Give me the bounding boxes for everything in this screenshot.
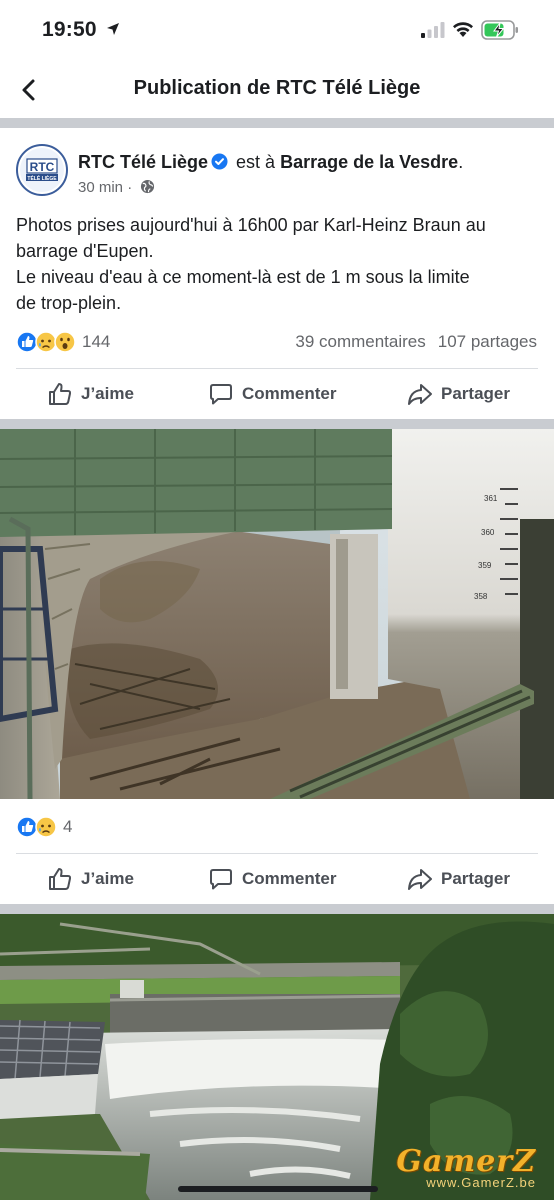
comment-button[interactable]: Commenter	[208, 854, 336, 904]
post-photo-spillway[interactable]: GamerZ www.GamerZ.be	[0, 914, 554, 1200]
comment-bubble-icon	[210, 384, 232, 405]
page-title: Publication de RTC Télé Liège	[133, 77, 421, 99]
post-meta: 30 min ·	[78, 179, 155, 196]
cellular-signal-icon	[421, 22, 445, 38]
reservoir-photo-image: 361 360 359 358	[0, 429, 554, 799]
sad-reaction-icon	[35, 331, 57, 353]
thumbs-up-icon	[49, 868, 72, 890]
comment-bubble-icon	[210, 869, 232, 890]
svg-text:359: 359	[478, 561, 492, 570]
verified-badge-icon	[211, 153, 228, 170]
svg-text:361: 361	[484, 494, 498, 503]
watermark: GamerZ www.GamerZ.be	[396, 1144, 536, 1190]
reactions-count: 4	[63, 817, 73, 836]
status-time: 19:50	[42, 18, 97, 41]
location-suffix: .	[458, 152, 464, 172]
location-prefix: est à	[236, 152, 276, 172]
share-button[interactable]: Partager	[407, 369, 510, 419]
post-text-line: Photos prises aujourd'hui à 16h00 par Ka…	[16, 215, 486, 235]
share-arrow-icon	[408, 869, 432, 890]
sad-reaction-icon	[35, 816, 57, 838]
section-separator	[0, 904, 554, 914]
share-arrow-icon	[408, 384, 432, 405]
location-arrow-icon	[107, 23, 119, 35]
comments-count[interactable]: 39 commentaires	[295, 332, 425, 351]
like-button[interactable]: J’aime	[47, 369, 134, 419]
like-reaction-icon	[16, 331, 38, 353]
status-bar: 19:50	[0, 0, 554, 62]
share-button[interactable]: Partager	[407, 854, 510, 904]
post-photo-reservoir[interactable]: 361 360 359 358	[0, 429, 554, 799]
location-name[interactable]: Barrage de la Vesdre	[280, 152, 458, 172]
author-name[interactable]: RTC Télé Liège	[78, 152, 208, 172]
meta-separator: ·	[127, 179, 133, 196]
svg-text:RTC: RTC	[30, 160, 55, 174]
like-button[interactable]: J’aime	[47, 854, 134, 904]
post-text-line: barrage d'Eupen.	[16, 241, 154, 261]
section-separator	[0, 118, 554, 128]
battery-charging-icon	[481, 20, 518, 40]
engagement-counts: 39 commentaires 107 partages	[295, 332, 537, 352]
post-text-line: de trop-plein.	[16, 293, 122, 313]
shares-count[interactable]: 107 partages	[438, 332, 537, 351]
reaction-icons	[16, 816, 57, 838]
page-avatar[interactable]: RTC TÉLÉ LIÈGE	[16, 144, 68, 196]
navigation-header: Publication de RTC Télé Liège	[0, 62, 554, 118]
like-label: J’aime	[81, 384, 134, 403]
wifi-icon	[453, 22, 473, 37]
share-label: Partager	[441, 869, 510, 888]
svg-text:358: 358	[474, 592, 488, 601]
like-reaction-icon	[16, 816, 38, 838]
home-indicator[interactable]	[178, 1186, 378, 1192]
photo-actions: J’aime Commenter Partager	[0, 854, 554, 904]
reaction-icons	[16, 331, 76, 353]
wow-reaction-icon	[54, 331, 76, 353]
like-label: J’aime	[81, 869, 134, 888]
watermark-logo-text: GamerZ	[396, 1144, 536, 1179]
public-globe-icon	[141, 179, 155, 194]
post-time[interactable]: 30 min	[78, 179, 123, 196]
post-text-line: Le niveau d'eau à ce moment-là est de 1 …	[16, 267, 470, 287]
post-header: RTC TÉLÉ LIÈGE RTC Télé Liège est à Barr…	[0, 128, 554, 208]
rtc-logo-icon: RTC TÉLÉ LIÈGE	[20, 148, 64, 192]
post-author-line: RTC Télé Liège est à Barrage de la Vesdr…	[78, 152, 463, 173]
reactions-count: 144	[82, 332, 111, 351]
comment-label: Commenter	[242, 869, 337, 888]
post-text: Photos prises aujourd'hui à 16h00 par Ka…	[16, 212, 546, 316]
share-label: Partager	[441, 384, 510, 403]
comment-label: Commenter	[242, 384, 337, 403]
comment-button[interactable]: Commenter	[208, 369, 336, 419]
thumbs-up-icon	[49, 383, 72, 405]
svg-text:360: 360	[481, 528, 495, 537]
section-separator	[0, 419, 554, 429]
svg-text:TÉLÉ LIÈGE: TÉLÉ LIÈGE	[27, 174, 57, 182]
post-actions: J’aime Commenter Partager	[0, 369, 554, 419]
